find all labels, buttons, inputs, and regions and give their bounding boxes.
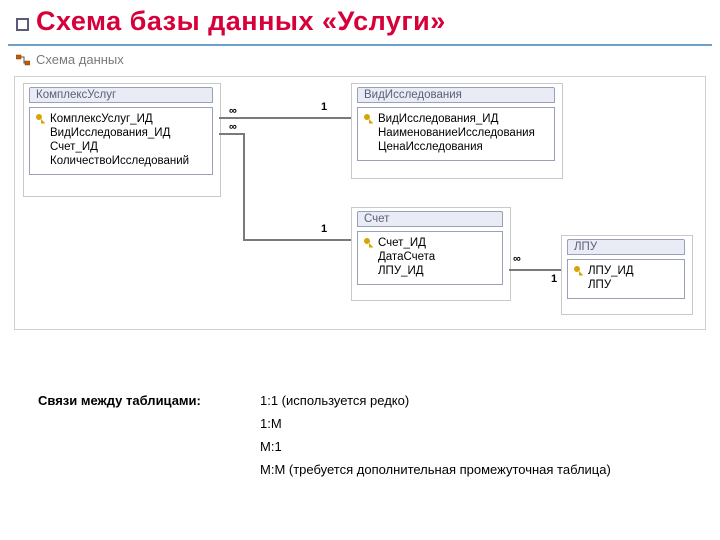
legend-row: М:М (требуется дополнительная промежуточ… [260,459,611,480]
key-icon [364,238,374,248]
title-bullet [16,18,29,31]
schema-window: Схема данных КомплексУслуг КомплексУслуг… [8,44,712,342]
legend-row: 1:1 (используется редко) [260,390,611,411]
relationship-label-one: 1 [321,101,327,113]
entity-body: КомплексУслуг_ИД ВидИсследования_ИД Счет… [29,107,213,175]
field-name: КоличествоИсследований [50,154,189,168]
schema-canvas[interactable]: КомплексУслуг КомплексУслуг_ИД ВидИсслед… [14,76,706,330]
relationship-icon [16,53,30,67]
field-row[interactable]: ЛПУ [570,278,682,292]
field-name: ЦенаИсследования [378,140,483,154]
relationship-line[interactable] [219,117,351,119]
field-name: Счет_ИД [50,140,98,154]
entity-body: Счет_ИД ДатаСчета ЛПУ_ИД [357,231,503,285]
relationship-line[interactable] [509,269,561,271]
window-tab[interactable]: Схема данных [12,50,134,69]
field-name: ЛПУ_ИД [378,264,424,278]
entity-body: ЛПУ_ИД ЛПУ [567,259,685,299]
entity-title[interactable]: ВидИсследования [357,87,555,103]
relationship-label-one: 1 [551,273,557,285]
entity-body: ВидИсследования_ИД НаименованиеИсследова… [357,107,555,161]
relationship-label-infinity: ∞ [513,253,521,265]
relationship-line[interactable] [243,133,245,241]
field-name: ДатаСчета [378,250,435,264]
field-row[interactable]: Счет_ИД [32,140,210,154]
field-row[interactable]: КомплексУслуг_ИД [32,112,210,126]
field-name: ВидИсследования_ИД [50,126,170,140]
legend-row: 1:М [260,413,611,434]
entity-schet[interactable]: Счет Счет_ИД ДатаСчета ЛПУ_ИД [357,211,503,285]
field-name: КомплексУслуг_ИД [50,112,153,126]
key-icon [574,266,584,276]
key-icon [364,114,374,124]
relationship-line[interactable] [243,239,351,241]
legend-row: М:1 [260,436,611,457]
entity-title[interactable]: КомплексУслуг [29,87,213,103]
relationship-label-infinity: ∞ [229,105,237,117]
field-name: ВидИсследования_ИД [378,112,498,126]
field-row[interactable]: НаименованиеИсследования [360,126,552,140]
key-icon [36,114,46,124]
relationship-label-one: 1 [321,223,327,235]
field-row[interactable]: ЛПУ_ИД [570,264,682,278]
field-row[interactable]: ЛПУ_ИД [360,264,500,278]
field-row[interactable]: КоличествоИсследований [32,154,210,168]
field-row[interactable]: Счет_ИД [360,236,500,250]
field-row[interactable]: ВидИсследования_ИД [32,126,210,140]
legend-label: Связи между таблицами: [38,390,258,411]
field-row[interactable]: ВидИсследования_ИД [360,112,552,126]
entity-vid[interactable]: ВидИсследования ВидИсследования_ИД Наиме… [357,87,555,161]
field-row[interactable]: ДатаСчета [360,250,500,264]
relationship-label-infinity: ∞ [229,121,237,133]
page-title: Схема базы данных «Услуги» [0,0,720,39]
field-row[interactable]: ЦенаИсследования [360,140,552,154]
entity-lpu[interactable]: ЛПУ ЛПУ_ИД ЛПУ [567,239,685,299]
entity-komplex[interactable]: КомплексУслуг КомплексУслуг_ИД ВидИсслед… [29,87,213,175]
field-name: Счет_ИД [378,236,426,250]
field-name: НаименованиеИсследования [378,126,535,140]
entity-title[interactable]: Счет [357,211,503,227]
entity-title[interactable]: ЛПУ [567,239,685,255]
legend: Связи между таблицами: 1:1 (используется… [36,388,613,482]
field-name: ЛПУ [588,278,611,292]
relationship-line[interactable] [219,133,245,135]
window-tab-label: Схема данных [36,52,124,67]
field-name: ЛПУ_ИД [588,264,634,278]
